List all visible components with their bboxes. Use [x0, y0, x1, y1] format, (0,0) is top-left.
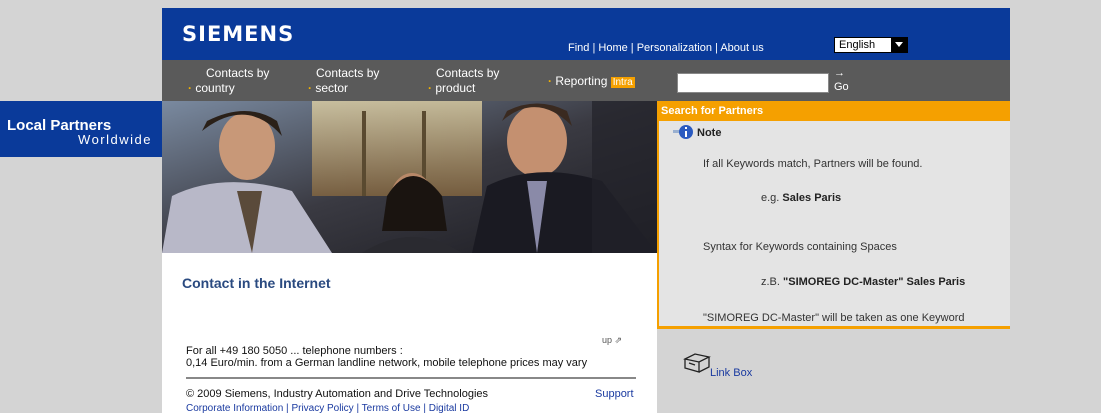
note-example1: e.g. Sales Paris — [761, 192, 842, 204]
bullet-icon: · — [308, 81, 312, 95]
note-example2: z.B. "SIMOREG DC-Master" Sales Paris — [761, 276, 966, 288]
panel-title: Search for Partners — [661, 105, 764, 117]
local-partners-subtitle: Worldwide — [78, 132, 152, 147]
up-link[interactable]: up ⇗ — [602, 335, 622, 346]
local-partners-label: Local Partners Worldwide — [0, 101, 162, 157]
siemens-logo[interactable]: SIEMENS — [182, 22, 294, 46]
footer-link-digital-id[interactable]: Digital ID — [429, 403, 470, 413]
note-heading: Note — [697, 127, 722, 139]
footer-links: Corporate Information | Privacy Policy |… — [186, 403, 470, 413]
nav-reporting[interactable]: · Reporting Intra — [548, 74, 635, 90]
copyright-text: © 2009 Siemens, Industry Automation and … — [186, 388, 489, 400]
note-line3: Syntax for Keywords containing Spaces — [703, 241, 897, 253]
top-link-about-us[interactable]: About us — [720, 42, 763, 54]
main-content: Contact in the Internet up ⇗ For all +49… — [162, 253, 657, 413]
go-button[interactable]: → Go — [834, 66, 849, 94]
top-link-find[interactable]: Find — [568, 42, 589, 54]
header-bar: SIEMENS Find | Home | Personalization | … — [162, 8, 1010, 60]
search-input[interactable] — [677, 73, 829, 93]
note-line1: If all Keywords match, Partners will be … — [703, 158, 923, 170]
business-people-image — [162, 101, 657, 253]
footer-link-privacy-policy[interactable]: Privacy Policy — [291, 403, 353, 413]
footer-link-terms-of-use[interactable]: Terms of Use — [362, 403, 421, 413]
link-box-icon[interactable] — [681, 351, 711, 373]
footer-link-corporate-information[interactable]: Corporate Information — [186, 403, 283, 413]
note-box: Note If all Keywords match, Partners wil… — [659, 121, 1010, 326]
page-title: Contact in the Internet — [182, 275, 331, 291]
link-box-label[interactable]: Link Box — [710, 367, 752, 379]
top-links: Find | Home | Personalization | About us — [568, 42, 764, 54]
support-link[interactable]: Support — [595, 388, 634, 400]
nav-contacts-by-sector[interactable]: Contacts by · sector — [308, 66, 379, 96]
up-arrow-icon: ⇗ — [614, 335, 623, 345]
info-icon — [673, 125, 693, 139]
note-line5: "SIMOREG DC-Master" will be taken as one… — [703, 312, 965, 324]
search-for-partners-panel: Search for Partners Note If all Keywords… — [657, 101, 1010, 329]
bullet-icon: · — [548, 74, 552, 88]
intra-badge: Intra — [610, 77, 635, 88]
language-value: English — [839, 39, 876, 51]
chevron-down-icon[interactable] — [891, 38, 907, 52]
telephone-info-line1: For all +49 180 5050 ... telephone numbe… — [186, 345, 403, 357]
bullet-icon: · — [188, 81, 192, 95]
link-box-area: Link Box — [657, 329, 1010, 413]
nav-contacts-by-country[interactable]: Contacts by · country — [188, 66, 269, 96]
nav-contacts-by-product[interactable]: Contacts by · product — [428, 66, 499, 96]
bullet-icon: · — [428, 81, 432, 95]
page: SIEMENS Find | Home | Personalization | … — [0, 0, 1101, 413]
top-link-home[interactable]: Home — [598, 42, 627, 54]
divider — [186, 377, 636, 379]
top-link-personalization[interactable]: Personalization — [637, 42, 712, 54]
main-nav: Contacts by · country Contacts by · sect… — [162, 60, 1010, 101]
telephone-info-line2: 0,14 Euro/min. from a German landline ne… — [186, 357, 588, 369]
language-select[interactable]: English — [834, 37, 908, 53]
header-photo — [162, 101, 657, 253]
arrow-right-icon: → — [834, 67, 845, 79]
